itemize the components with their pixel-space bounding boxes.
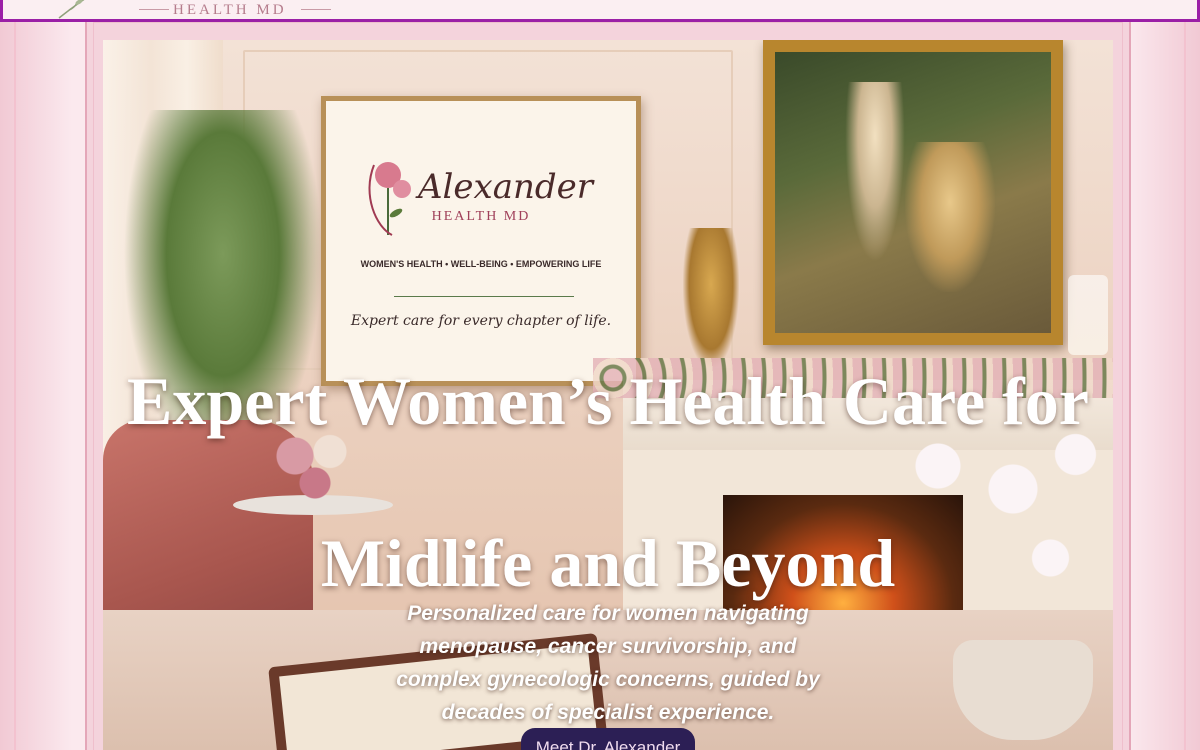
hero-title-line-2: Midlife and Beyond: [320, 525, 896, 601]
framed-painting: [763, 40, 1063, 345]
rose-icon: [368, 162, 411, 236]
sign-title: Alexander: [418, 167, 594, 207]
hero-subtitle: Personalized care for women navigating m…: [396, 602, 820, 724]
logo-rule-left: [139, 9, 169, 10]
candle: [1068, 275, 1108, 355]
painting-figure: [845, 82, 905, 262]
hero-title-line-1: Expert Women’s Health Care for: [127, 363, 1089, 439]
framed-sign: Alexander HEALTH MD WOMEN'S HEALTH • WEL…: [321, 96, 641, 386]
site-header: HEALTH MD: [0, 0, 1200, 22]
sprig-icon: [58, 0, 85, 19]
sign-script: Expert care for every chapter of life.: [350, 313, 612, 329]
logo-rule-right: [301, 9, 331, 10]
angel-statue: [683, 228, 739, 368]
meet-doctor-button[interactable]: Meet Dr. Alexander: [521, 728, 695, 750]
sign-tagline: WOMEN'S HEALTH • WELL-BEING • EMPOWERING…: [360, 259, 602, 269]
logo-text: HEALTH MD: [173, 2, 287, 18]
site-logo[interactable]: HEALTH MD: [55, 0, 335, 20]
sign-divider: [394, 296, 574, 297]
sign-subtitle: HEALTH MD: [431, 209, 531, 224]
painting-figure: [905, 142, 995, 292]
orchid-pot: [953, 640, 1093, 740]
